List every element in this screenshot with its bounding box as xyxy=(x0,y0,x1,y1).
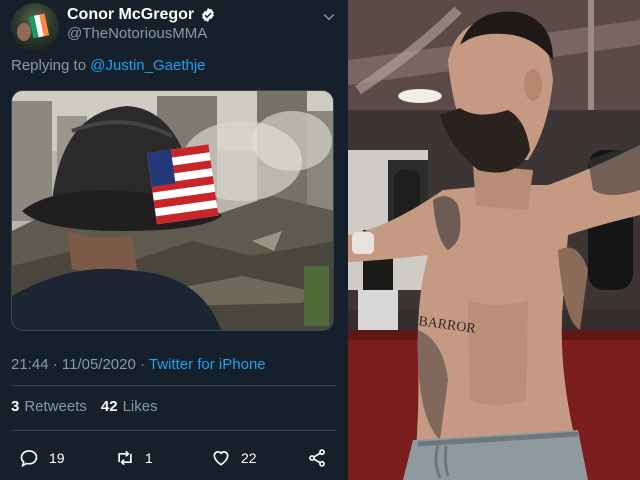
tweet-timestamp[interactable]: 21:44 · 11/05/2020 · xyxy=(11,356,145,373)
retweets-count-link[interactable]: 3 Retweets xyxy=(11,398,87,415)
author-handle[interactable]: @TheNotoriousMMA xyxy=(67,25,207,42)
reply-prefix: Replying to xyxy=(11,57,87,74)
reply-button[interactable]: 19 xyxy=(19,448,65,468)
share-button[interactable] xyxy=(307,448,327,468)
share-icon xyxy=(309,449,325,467)
tweet-panel: Conor McGregor @TheNotoriousMMA Replying… xyxy=(0,0,348,480)
reply-context: Replying to @Justin_Gaethje xyxy=(11,57,206,74)
reply-icon xyxy=(20,450,38,468)
tweet-media-image[interactable] xyxy=(11,90,334,331)
retweet-button[interactable]: 1 xyxy=(115,448,153,468)
retweet-action-count: 1 xyxy=(145,450,153,466)
author-name-row: Conor McGregor xyxy=(67,6,216,24)
verified-icon xyxy=(202,8,214,22)
engagement-counts: 3 Retweets 42 Likes xyxy=(11,398,158,415)
irish-flag-icon xyxy=(28,13,50,39)
reply-count: 19 xyxy=(49,450,65,466)
ground-zero-photo xyxy=(12,91,333,330)
divider xyxy=(11,385,337,386)
fighter-photo-illustration: BARROR xyxy=(348,0,640,480)
reply-mention-link[interactable]: @Justin_Gaethje xyxy=(90,57,205,74)
tweet-source-link[interactable]: Twitter for iPhone xyxy=(149,356,266,373)
avatar-face xyxy=(17,23,31,41)
likes-count-link[interactable]: 42 Likes xyxy=(101,398,158,415)
tweet-meta: 21:44 · 11/05/2020 · Twitter for iPhone xyxy=(11,356,266,373)
chevron-down-icon[interactable] xyxy=(322,10,336,24)
avatar[interactable] xyxy=(11,3,59,51)
gym-photo: BARROR xyxy=(348,0,640,480)
display-name[interactable]: Conor McGregor xyxy=(67,6,194,24)
action-bar: 19 1 22 xyxy=(0,448,348,476)
like-button[interactable]: 22 xyxy=(211,448,257,468)
divider xyxy=(11,430,337,431)
like-action-count: 22 xyxy=(241,450,257,466)
retweet-icon xyxy=(118,450,132,466)
like-icon xyxy=(213,451,229,466)
